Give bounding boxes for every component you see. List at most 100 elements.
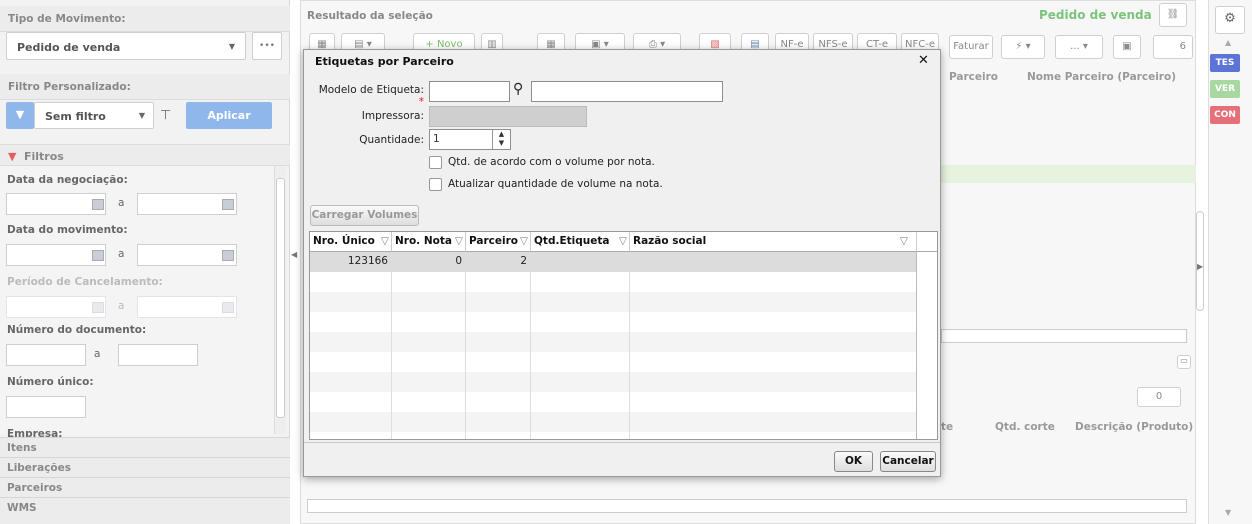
range-sep: a <box>118 248 125 260</box>
numero-documento-inicio[interactable] <box>6 344 86 366</box>
cell-nro-nota: 0 <box>455 255 462 267</box>
resultado-title: Resultado da seleção <box>307 10 433 22</box>
filtros-scrollbar[interactable] <box>274 166 286 434</box>
table-row-empty <box>310 352 916 372</box>
required-mark: * <box>418 96 424 108</box>
filtro-select[interactable]: Sem filtro ▼ <box>34 102 154 129</box>
pedido-title: Pedido de venda <box>1039 8 1152 22</box>
tag-con[interactable]: CON <box>1210 106 1240 124</box>
collapse-right-icon[interactable]: ▶ <box>1197 262 1203 271</box>
more-actions-button[interactable]: ... ▾ <box>1055 35 1103 59</box>
cancelar-button[interactable]: Cancelar <box>880 451 936 472</box>
filter-icon[interactable]: ▽ <box>520 235 528 247</box>
modelo-code-input[interactable] <box>429 81 510 102</box>
left-panel: Tipo de Movimento: Pedido de venda ▼ •••… <box>0 0 290 524</box>
table-row-empty <box>310 332 916 352</box>
accordion-parceiros[interactable]: Parceiros <box>0 477 290 498</box>
page-size-input[interactable]: 6 <box>1153 35 1193 59</box>
cell-nro-unico: 123166 <box>347 255 388 267</box>
calendar-icon[interactable] <box>92 250 104 261</box>
collapse-left-icon[interactable]: ◀ <box>291 250 297 259</box>
dialog-title: Etiquetas por Parceiro <box>304 50 940 72</box>
aplicar-button[interactable]: Aplicar <box>186 102 272 129</box>
modelo-label-text: Modelo de Etiqueta: <box>318 84 424 96</box>
gear-icon[interactable]: ⚙ <box>1215 6 1245 34</box>
col-qtd-etiqueta-label: Qtd.Etiqueta <box>534 235 610 247</box>
search-icon[interactable]: ⚲ <box>513 81 523 97</box>
filter-icon[interactable]: ▼ <box>6 102 34 129</box>
tipo-movimento-select[interactable]: Pedido de venda ▼ <box>6 32 246 60</box>
tag-ver[interactable]: VER <box>1210 80 1240 98</box>
filter-icon[interactable]: ▽ <box>900 235 908 247</box>
col-te: te <box>941 421 954 433</box>
col-parceiro[interactable]: Parceiro <box>949 71 998 83</box>
modelo-name-input[interactable] <box>531 81 723 102</box>
chevron-up-icon[interactable]: ▲ <box>1225 38 1231 47</box>
cell-parceiro: 2 <box>520 255 527 267</box>
calendar-icon <box>222 302 234 313</box>
grid-hscroll[interactable] <box>941 329 1187 343</box>
col-nro-nota-label: Nro. Nota <box>395 235 452 247</box>
volumes-grid: Nro. Único ▽ Nro. Nota ▽ Parceiro ▽ Qtd.Eti… <box>309 231 938 440</box>
quantidade-stepper[interactable]: ▲ ▼ <box>492 130 510 149</box>
bottom-hscroll[interactable] <box>307 499 1187 513</box>
col-parceiro[interactable]: Parceiro ▽ <box>466 232 531 252</box>
data-movimento-inicio[interactable] <box>6 244 106 266</box>
col-qtd-etiqueta[interactable]: Qtd.Etiqueta ▽ <box>531 232 630 252</box>
carregar-volumes-button[interactable]: Carregar Volumes <box>310 205 419 226</box>
chevron-down-icon[interactable]: ▼ <box>1225 508 1231 517</box>
col-qtd-corte[interactable]: Qtd. corte <box>995 421 1055 433</box>
col-descricao[interactable]: Descrição (Produto) <box>1075 421 1193 433</box>
right-sidebar: ⚙ ▲ ▼ <box>1208 0 1252 524</box>
accordion-wms[interactable]: WMS <box>0 497 290 524</box>
table-row[interactable]: 123166 0 2 <box>310 252 916 272</box>
col-divider <box>530 252 531 439</box>
col-nome-parceiro[interactable]: Nome Parceiro (Parceiro) <box>1027 71 1176 83</box>
accordion-itens[interactable]: Itens <box>0 437 290 458</box>
table-row-empty <box>310 372 916 392</box>
filter-icon[interactable]: ▽ <box>381 235 389 247</box>
qtd-volume-checkbox[interactable] <box>429 156 442 169</box>
calendar-icon[interactable] <box>222 250 234 261</box>
faturar-button[interactable]: Faturar <box>949 35 993 59</box>
chevron-down-icon: ▼ <box>138 111 145 120</box>
qtd-volume-label: Qtd. de acordo com o volume por nota. <box>448 156 655 168</box>
data-negociacao-label: Data da negociação: <box>7 174 128 186</box>
filtros-header[interactable]: ▼ Filtros <box>0 144 290 166</box>
data-negociacao-inicio[interactable] <box>6 193 106 215</box>
more-button[interactable]: ••• <box>252 32 282 60</box>
col-razao-social-label: Razão social <box>633 235 707 247</box>
close-icon[interactable]: ✕ <box>918 53 929 68</box>
range-sep: a <box>118 197 125 209</box>
calendar-icon[interactable] <box>222 199 234 210</box>
col-nro-nota[interactable]: Nro. Nota ▽ <box>392 232 466 252</box>
modelo-label: Modelo de Etiqueta: * <box>314 84 424 108</box>
ok-button[interactable]: OK <box>834 451 873 472</box>
col-divider <box>391 252 392 439</box>
table-row-empty <box>310 392 916 412</box>
maximize-icon[interactable]: ▭ <box>1177 355 1191 369</box>
scroll-thumb[interactable] <box>276 178 285 418</box>
calendar-icon[interactable] <box>92 199 104 210</box>
accordion-liberacoes[interactable]: Liberações <box>0 457 290 478</box>
lightning-icon[interactable]: ⚡ ▾ <box>1001 35 1045 59</box>
col-nro-unico[interactable]: Nro. Único ▽ <box>310 232 392 252</box>
filter-icon[interactable]: ▽ <box>619 235 627 247</box>
etiquetas-dialog: Etiquetas por Parceiro ✕ Modelo de Etiqu… <box>303 49 941 477</box>
col-parceiro-label: Parceiro <box>469 235 519 247</box>
data-movimento-label: Data do movimento: <box>7 224 128 236</box>
table-row-empty <box>310 312 916 332</box>
col-divider <box>465 252 466 439</box>
col-razao-social[interactable]: Razão social ▽ <box>630 232 917 252</box>
numero-unico-input[interactable] <box>6 396 86 418</box>
atualizar-checkbox[interactable] <box>429 178 442 191</box>
filter-icon[interactable]: ▽ <box>455 235 463 247</box>
clear-filter-icon[interactable]: ⊤ <box>160 108 171 123</box>
table-row-empty <box>310 292 916 312</box>
save-layout-icon[interactable]: ▣ <box>1113 35 1141 59</box>
quantidade-label: Quantidade: <box>359 134 424 146</box>
link-icon[interactable]: ⛓ <box>1159 3 1187 27</box>
numero-documento-fim[interactable] <box>118 344 198 366</box>
tag-tes[interactable]: TES <box>1210 54 1240 72</box>
grid-vscroll[interactable] <box>1196 211 1204 311</box>
